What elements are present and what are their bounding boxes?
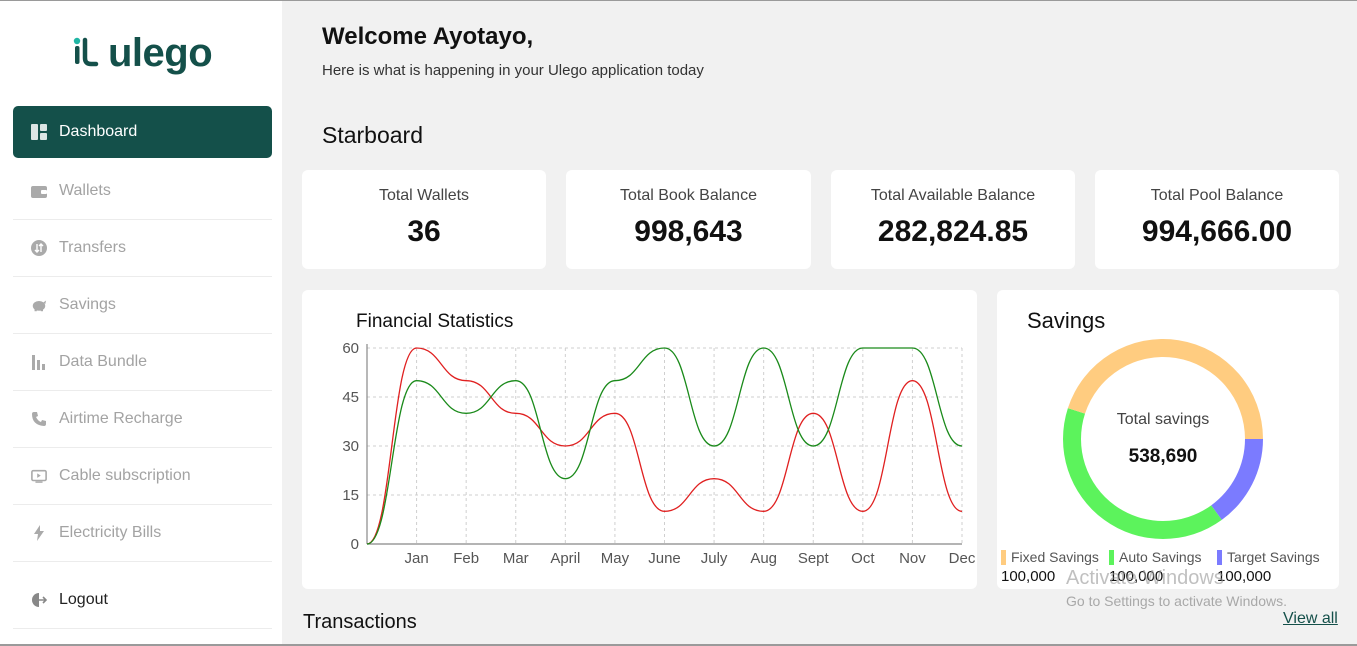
sidebar-item-electricity-bills[interactable]: Electricity Bills xyxy=(13,505,272,562)
legend-swatch xyxy=(1217,549,1222,565)
sidebar-item-label: Cable subscription xyxy=(59,467,191,484)
logo-text: ulego xyxy=(108,31,213,75)
sidebar-item-label: Transfers xyxy=(59,239,126,256)
y-tick-label: 0 xyxy=(351,536,359,553)
y-tick-label: 45 xyxy=(342,389,359,406)
legend-label: Auto Savings xyxy=(1119,549,1202,565)
total-savings-label: Total savings xyxy=(1116,411,1210,428)
stat-card-total-wallets: Total Wallets 36 xyxy=(302,170,546,269)
financial-statistics-chart: 0 15 30 45 60 Jan Feb Mar April May June July Aug Sep… xyxy=(342,340,976,567)
sidebar-item-label: Electricity Bills xyxy=(59,524,162,541)
windows-activation-watermark: Activate Windows xyxy=(1066,567,1224,589)
view-all-link[interactable]: View all xyxy=(1283,610,1338,628)
stat-label: Total Wallets xyxy=(378,187,470,204)
y-tick-label: 15 xyxy=(342,487,359,504)
transfer-icon xyxy=(31,240,47,256)
y-tick-label: 30 xyxy=(342,438,359,455)
welcome-heading: Welcome Ayotayo, xyxy=(322,23,534,50)
legend-amount: 100,000 xyxy=(1217,568,1272,585)
sidebar-item-label: Data Bundle xyxy=(59,353,148,370)
total-savings-value: 538,690 xyxy=(1128,446,1198,467)
sidebar-item-airtime-recharge[interactable]: Airtime Recharge xyxy=(13,391,272,448)
stat-value: 994,666.00 xyxy=(1141,215,1293,248)
sidebar-item-label: Airtime Recharge xyxy=(59,410,183,427)
phone-icon xyxy=(31,411,47,427)
sidebar-item-transfers[interactable]: Transfers xyxy=(13,220,272,277)
x-tick-label: Sept xyxy=(798,550,830,567)
starboard-title: Starboard xyxy=(322,122,424,148)
sidebar-item-label: Savings xyxy=(59,296,116,313)
bolt-icon xyxy=(31,525,47,541)
x-tick-label: April xyxy=(550,550,580,567)
ulego-logo-icon xyxy=(73,37,99,67)
stat-value: 282,824.85 xyxy=(877,215,1029,248)
sidebar-item-label: Wallets xyxy=(59,182,111,199)
legend-label: Fixed Savings xyxy=(1011,549,1099,565)
piggy-bank-icon xyxy=(31,297,47,313)
stat-card-total-available-balance: Total Available Balance 282,824.85 xyxy=(831,170,1075,269)
dashboard-icon xyxy=(31,124,47,140)
logout-icon xyxy=(31,592,47,608)
tv-icon xyxy=(31,468,47,484)
windows-activation-hint: Go to Settings to activate Windows. xyxy=(1066,593,1287,609)
stat-label: Total Pool Balance xyxy=(1150,187,1284,204)
x-tick-label: Jan xyxy=(404,550,428,567)
sidebar-nav: Dashboard Wallets Transfers Savings Data… xyxy=(13,106,272,629)
logo[interactable]: ulego xyxy=(72,31,213,75)
x-tick-label: Dec xyxy=(949,550,976,567)
legend-swatch xyxy=(1109,549,1114,565)
logout-label: Logout xyxy=(59,591,108,608)
x-tick-label: Nov xyxy=(899,550,926,567)
sidebar-item-wallets[interactable]: Wallets xyxy=(13,163,272,220)
sidebar-item-cable-subscription[interactable]: Cable subscription xyxy=(13,448,272,505)
savings-panel: Savings Total savings 538,690 xyxy=(997,290,1339,589)
bar-chart-icon xyxy=(31,354,47,370)
sidebar-item-dashboard[interactable]: Dashboard xyxy=(13,106,272,158)
stat-label: Total Available Balance xyxy=(870,187,1036,204)
stat-value: 36 xyxy=(407,215,441,248)
stat-value: 998,643 xyxy=(634,215,743,248)
x-tick-label: Feb xyxy=(453,550,479,567)
welcome-subtitle: Here is what is happening in your Ulego … xyxy=(322,62,704,79)
x-tick-label: June xyxy=(648,550,681,567)
stat-card-total-pool-balance: Total Pool Balance 994,666.00 xyxy=(1095,170,1339,269)
stat-label: Total Book Balance xyxy=(620,187,757,204)
stat-card-total-book-balance: Total Book Balance 998,643 xyxy=(566,170,811,269)
wallet-icon xyxy=(31,183,47,199)
savings-donut-chart xyxy=(1063,339,1263,539)
y-tick-label: 60 xyxy=(342,340,359,357)
x-tick-label: May xyxy=(601,550,630,567)
transactions-title: Transactions xyxy=(303,611,417,633)
sidebar: ulego Dashboard Wallets Transfers Saving… xyxy=(0,1,282,646)
x-tick-label: Aug xyxy=(750,550,777,567)
logout-button[interactable]: Logout xyxy=(13,572,272,629)
legend-label: Target Savings xyxy=(1227,549,1320,565)
x-tick-label: July xyxy=(701,550,728,567)
sidebar-item-label: Dashboard xyxy=(59,123,138,140)
legend-swatch xyxy=(1001,549,1006,565)
x-tick-label: Mar xyxy=(503,550,529,567)
sidebar-item-data-bundle[interactable]: Data Bundle xyxy=(13,334,272,391)
x-tick-label: Oct xyxy=(851,550,875,567)
financial-statistics-panel: Financial Statistics 0 15 30 45 60 Jan Feb Mar A… xyxy=(302,290,977,589)
sidebar-item-savings[interactable]: Savings xyxy=(13,277,272,334)
legend-target-savings: Target Savings 100,000 xyxy=(1217,549,1320,585)
